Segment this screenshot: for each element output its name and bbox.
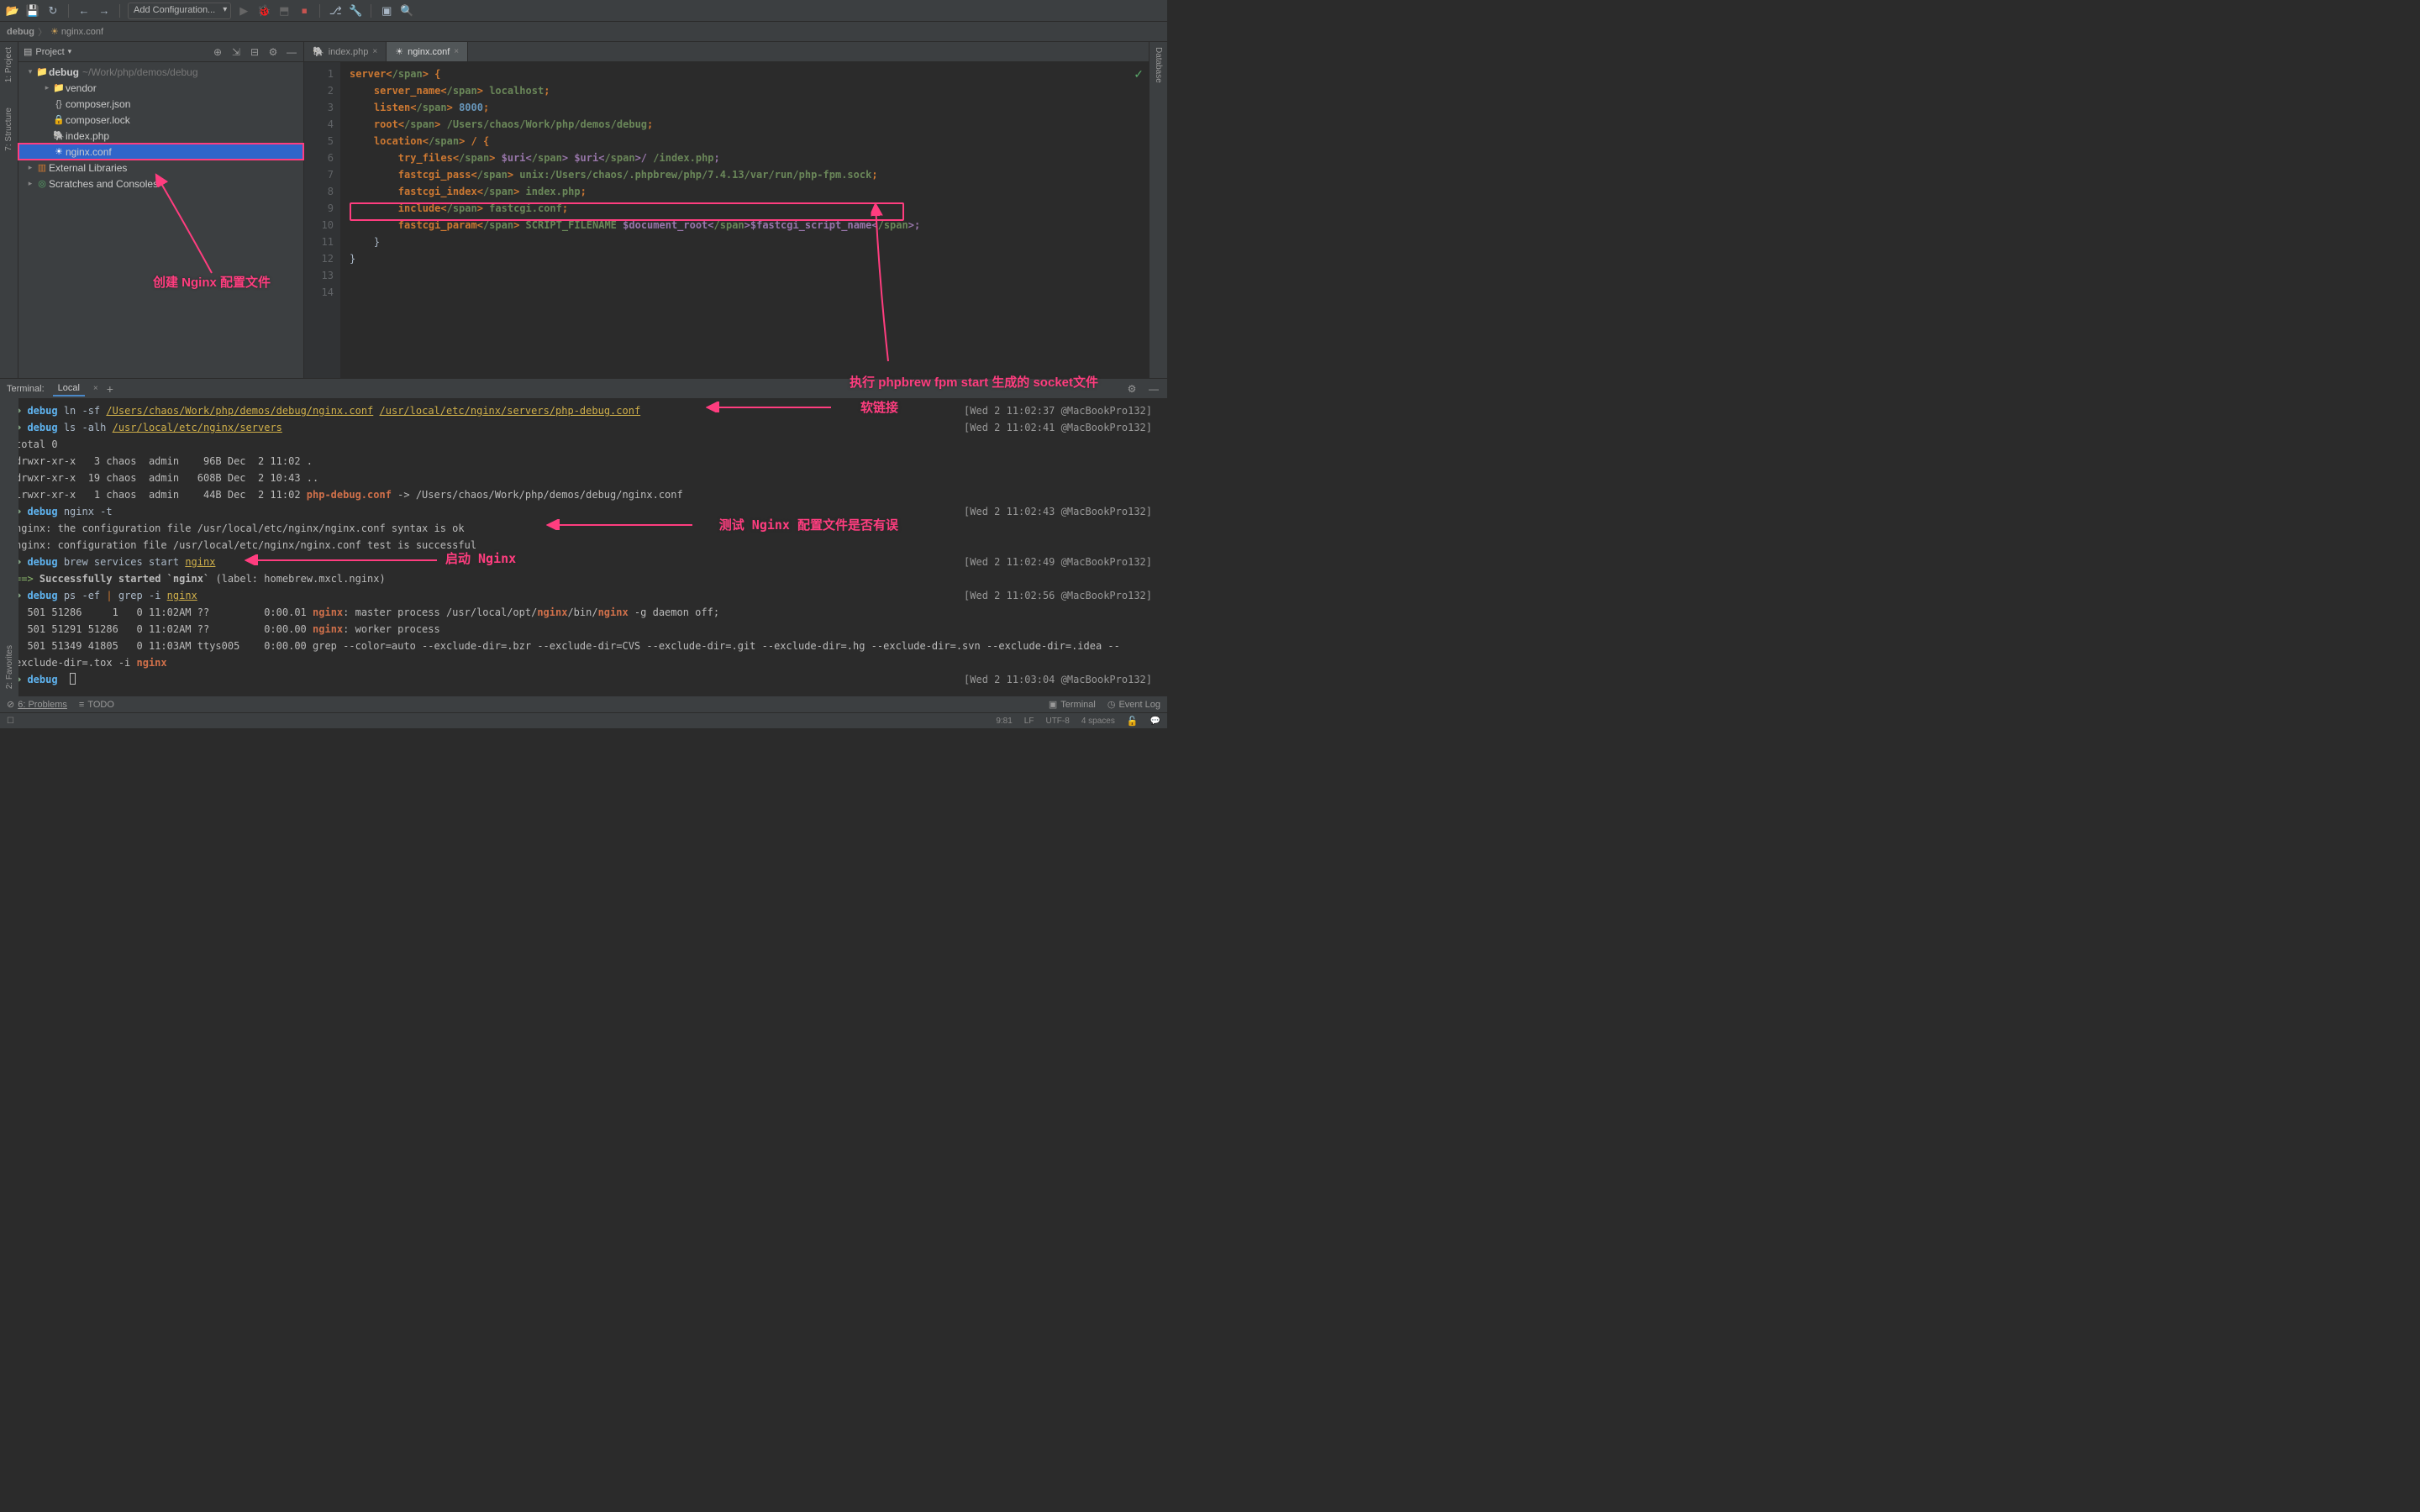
run-icon[interactable]: ▶ — [236, 3, 251, 18]
expand-icon[interactable]: ⇲ — [229, 45, 243, 59]
save-icon[interactable]: 💾 — [25, 3, 40, 18]
tree-external[interactable]: ▸ ▥ External Libraries — [18, 160, 303, 176]
editor: 🐘index.php×☀nginx.conf× 1234567891011121… — [304, 42, 1149, 378]
terminal-panel: Terminal: Local × + ⚙ — 软链接 测试 Nginx 配置文… — [0, 378, 1167, 696]
tree-item-nginx-conf[interactable]: ☀ nginx.conf — [18, 144, 303, 160]
project-tree: ▾ 📁 debug ~/Work/php/demos/debug ▸ 📁 ven… — [18, 62, 303, 193]
tree-scratches[interactable]: ▸ ◎ Scratches and Consoles — [18, 176, 303, 192]
stop-icon[interactable]: ⏹ — [297, 3, 312, 18]
tabbar: 🐘index.php×☀nginx.conf× — [304, 42, 1149, 62]
locate-icon[interactable]: ⊕ — [211, 45, 224, 59]
sb-pos: 9:81 — [996, 717, 1012, 726]
tree-item-composer-json[interactable]: {} composer.json — [18, 96, 303, 112]
run-config-select[interactable]: Add Configuration... — [128, 3, 231, 19]
forward-icon[interactable]: → — [97, 3, 112, 18]
breadcrumb: debug 〉 ☀ nginx.conf — [0, 22, 1167, 42]
main-toolbar: 📂 💾 ↻ ← → Add Configuration... ▶ 🐞 ⬒ ⏹ ⎇… — [0, 0, 1167, 22]
collapse-icon[interactable]: ⊟ — [248, 45, 261, 59]
bb-problems[interactable]: ⊘ 6: Problems — [7, 699, 67, 710]
git-branch-icon[interactable]: ⎇ — [328, 3, 343, 18]
terminal-tab-local[interactable]: Local — [53, 381, 85, 396]
crumb-root[interactable]: debug — [7, 27, 34, 37]
tree-item-index-php[interactable]: 🐘 index.php — [18, 128, 303, 144]
wrench-icon[interactable]: 🔧 — [348, 3, 363, 18]
terminal-add-tab[interactable]: + — [107, 382, 113, 396]
lock-icon[interactable]: 🔓 — [1127, 716, 1139, 727]
project-title[interactable]: ▤Project▾ — [24, 46, 71, 57]
terminal-title: Terminal: — [7, 384, 45, 394]
terminal-gear-icon[interactable]: ⚙ — [1125, 382, 1139, 396]
bb-todo[interactable]: ≡ TODO — [79, 700, 114, 710]
search-icon[interactable]: 🔍 — [399, 3, 414, 18]
rail-favorites[interactable]: 2: Favorites — [5, 645, 14, 689]
tree-root[interactable]: ▾ 📁 debug ~/Work/php/demos/debug — [18, 64, 303, 80]
check-icon: ✓ — [1134, 67, 1144, 81]
hide-icon[interactable]: — — [285, 45, 298, 59]
sb-menu-icon[interactable]: ☐ — [7, 717, 14, 726]
bottom-toolbar: ⊘ 6: Problems ≡ TODO ▣ Terminal ◷ Event … — [0, 696, 1167, 712]
gutter: 1234567891011121314 — [304, 62, 341, 378]
debug-icon[interactable]: 🐞 — [256, 3, 271, 18]
project-panel: ▤Project▾ ⊕ ⇲ ⊟ ⚙ — ▾ 📁 debug ~/Work/php… — [18, 42, 304, 378]
terminal-icon[interactable]: ▣ — [379, 3, 394, 18]
tab-nginx-conf[interactable]: ☀nginx.conf× — [387, 42, 468, 61]
bb-terminal[interactable]: ▣ Terminal — [1049, 699, 1096, 710]
rail-structure[interactable]: 7: Structure — [4, 108, 13, 151]
bb-eventlog[interactable]: ◷ Event Log — [1107, 699, 1160, 710]
tree-item-composer-lock[interactable]: 🔒 composer.lock — [18, 112, 303, 128]
crumb-file[interactable]: ☀ nginx.conf — [50, 26, 103, 37]
terminal-body[interactable]: 软链接 测试 Nginx 配置文件是否有误 启动 Nginx ➜ debug l… — [0, 399, 1167, 696]
sb-le[interactable]: LF — [1024, 717, 1034, 726]
code-area[interactable]: server</span> { server_name</span> local… — [341, 62, 1149, 378]
gear-icon[interactable]: ⚙ — [266, 45, 280, 59]
sb-enc[interactable]: UTF-8 — [1045, 717, 1069, 726]
back-icon[interactable]: ← — [76, 3, 92, 18]
refresh-icon[interactable]: ↻ — [45, 3, 60, 18]
right-rail: Database — [1149, 42, 1167, 378]
open-icon[interactable]: 📂 — [5, 3, 20, 18]
rail-database[interactable]: Database — [1154, 47, 1163, 83]
sb-chat-icon[interactable]: 💬 — [1150, 717, 1160, 726]
left-rail: 1: Project 7: Structure — [0, 42, 18, 378]
rail-project[interactable]: 1: Project — [4, 47, 13, 82]
coverage-icon[interactable]: ⬒ — [276, 3, 292, 18]
tree-item-vendor[interactable]: ▸ 📁 vendor — [18, 80, 303, 96]
sb-indent[interactable]: 4 spaces — [1081, 717, 1115, 726]
terminal-hide-icon[interactable]: — — [1147, 382, 1160, 396]
statusbar: ☐ 9:81 LF UTF-8 4 spaces 🔓 💬 — [0, 712, 1167, 728]
tab-index-php[interactable]: 🐘index.php× — [304, 42, 387, 61]
